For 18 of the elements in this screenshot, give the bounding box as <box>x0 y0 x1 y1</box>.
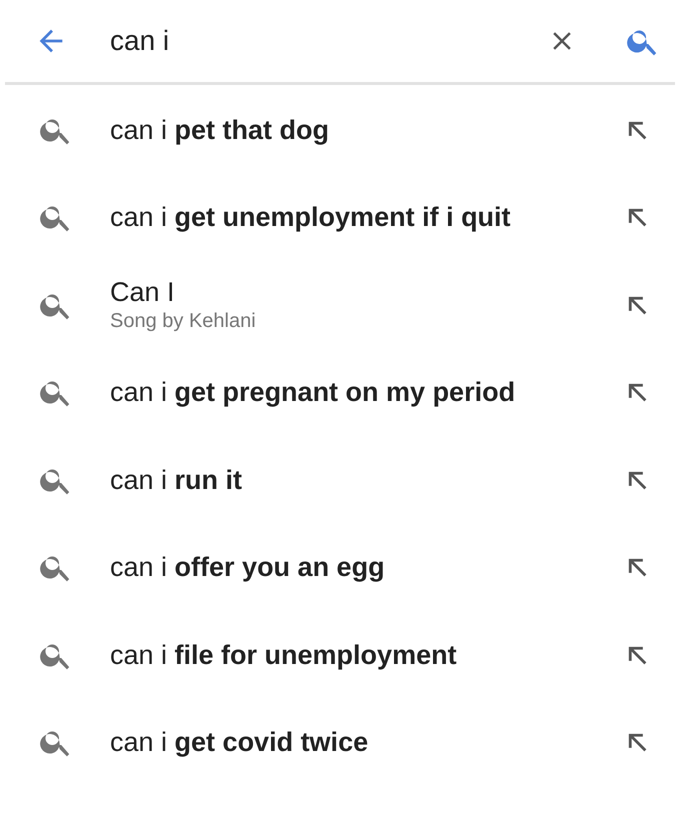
suggestion-text: can i run it <box>110 464 244 496</box>
suggestion-item[interactable]: can i pet that dog <box>0 86 695 174</box>
suggestion-text: Can I <box>110 276 176 308</box>
suggestion-item[interactable]: can i offer you an egg <box>0 524 695 611</box>
suggestion-item[interactable]: can i get pregnant on my period <box>0 348 695 436</box>
suggestion-text: can i get unemployment if i quit <box>110 201 512 234</box>
suggestion-text: can i offer you an egg <box>110 551 386 584</box>
suggestion-item[interactable]: can i file for unemployment <box>0 611 695 698</box>
suggestion-text: can i pet that dog <box>110 114 330 146</box>
suggestion-text: can i file for unemployment <box>110 638 458 671</box>
suggestion-text: can i get pregnant on my period <box>110 376 516 408</box>
suggestion-text: can i get covid twice <box>110 726 370 758</box>
suggestion-item[interactable]: Can I Song by Kehlani <box>0 261 695 348</box>
suggestion-item[interactable]: can i run it <box>0 436 695 524</box>
suggestion-item[interactable]: can i get unemployment if i quit <box>0 174 695 261</box>
suggestion-subtitle: Song by Kehlani <box>110 308 257 334</box>
suggestion-item[interactable]: can i get covid twice <box>0 698 695 786</box>
search-field[interactable]: can i <box>110 20 547 62</box>
